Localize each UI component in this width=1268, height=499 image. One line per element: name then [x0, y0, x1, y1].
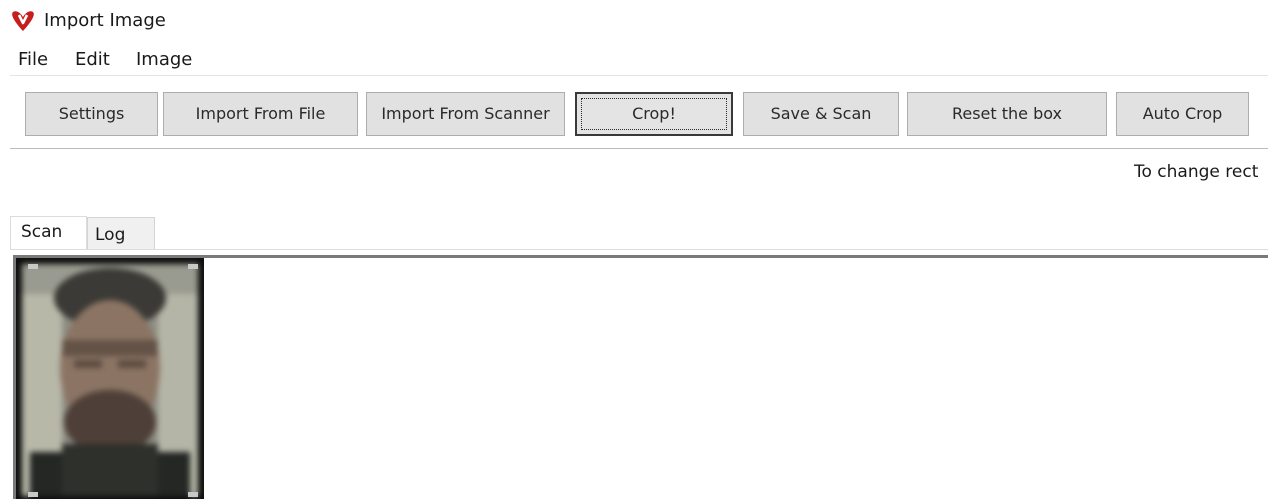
menu-image[interactable]: Image: [136, 48, 192, 72]
crop-button[interactable]: Crop!: [575, 92, 733, 136]
window-title: Import Image: [44, 10, 166, 31]
title-bar: Import Image: [0, 0, 1268, 42]
save-and-scan-button[interactable]: Save & Scan: [743, 92, 899, 136]
reset-box-button[interactable]: Reset the box: [907, 92, 1107, 136]
scan-image-frame[interactable]: [16, 258, 204, 499]
menu-bar: File Edit Image: [0, 42, 1268, 76]
crop-button-label: Crop!: [632, 104, 676, 123]
auto-crop-button[interactable]: Auto Crop: [1116, 92, 1249, 136]
crop-handle-bottom-right[interactable]: [188, 492, 198, 497]
tab-log[interactable]: Log: [87, 217, 155, 249]
blurred-face-photo: [22, 264, 198, 496]
menu-divider: [10, 75, 1268, 76]
tab-scan[interactable]: Scan: [10, 216, 87, 249]
import-from-scanner-button[interactable]: Import From Scanner: [366, 92, 565, 136]
toolbar-divider: [10, 148, 1268, 149]
crop-handle-top-right[interactable]: [188, 264, 198, 269]
menu-file[interactable]: File: [18, 48, 48, 72]
crop-handle-bottom-left[interactable]: [28, 492, 38, 497]
import-from-file-button[interactable]: Import From File: [163, 92, 358, 136]
settings-button[interactable]: Settings: [25, 92, 158, 136]
hint-text: To change rect: [1134, 162, 1259, 182]
menu-edit[interactable]: Edit: [75, 48, 110, 72]
v-logo-icon: [12, 11, 34, 31]
toolbar: Settings Import From File Import From Sc…: [0, 88, 1268, 138]
tab-strip-line: [10, 249, 1268, 250]
crop-handle-top-left[interactable]: [28, 264, 38, 269]
